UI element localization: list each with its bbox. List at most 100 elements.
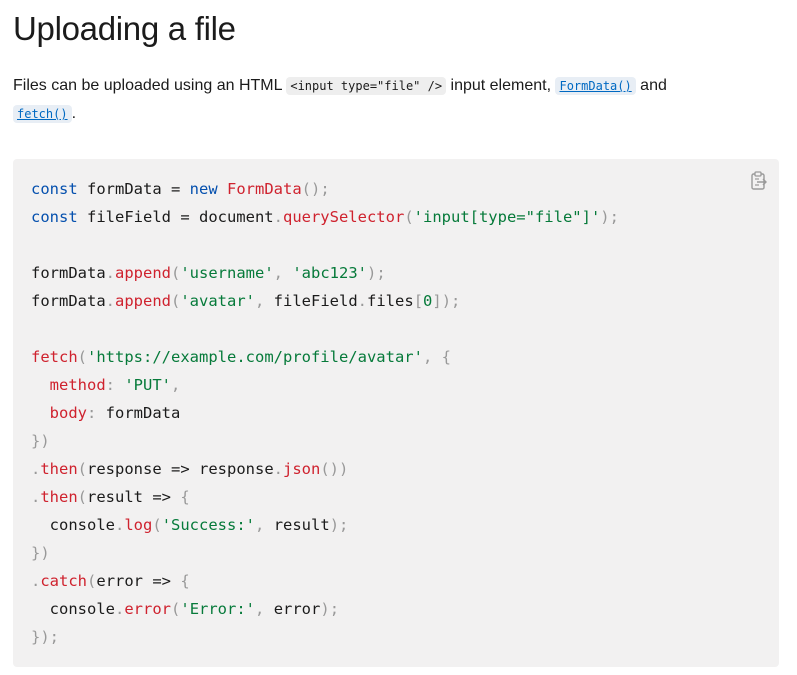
intro-text-2: input element, bbox=[446, 77, 556, 94]
code-line: formData.append('username', 'abc123'); bbox=[31, 259, 619, 287]
code-token: . bbox=[105, 292, 115, 310]
code-line: }) bbox=[31, 539, 619, 567]
code-token: ( bbox=[77, 348, 88, 366]
code-token: [ bbox=[413, 292, 424, 310]
code-token: log bbox=[124, 516, 153, 534]
code-token: console bbox=[31, 600, 115, 618]
code-token: formData = bbox=[77, 180, 190, 198]
code-line: .then(response => response.json()) bbox=[31, 455, 619, 483]
code-token: . bbox=[273, 460, 283, 478]
code-token: result bbox=[273, 516, 330, 534]
code-token: response => response bbox=[87, 460, 274, 478]
fetch-link[interactable]: fetch() bbox=[13, 105, 72, 123]
code-token: querySelector bbox=[282, 208, 405, 226]
code-token: 'Error:' bbox=[180, 600, 256, 618]
code-token: ( bbox=[152, 516, 162, 534]
code-line: const formData = new FormData(); bbox=[31, 175, 619, 203]
code-token: formData bbox=[31, 264, 106, 282]
code-token: . bbox=[357, 292, 368, 310]
code-token: json bbox=[283, 460, 321, 478]
code-token: ( bbox=[77, 460, 88, 478]
code-token: 'input[type="file"]' bbox=[413, 208, 601, 226]
inline-code-input: <input type="file" /> bbox=[286, 77, 447, 95]
code-token: fileField bbox=[273, 292, 358, 310]
code-token: . bbox=[115, 516, 125, 534]
intro-text-1: Files can be uploaded using an HTML bbox=[13, 77, 287, 94]
code-token: error bbox=[273, 600, 321, 618]
code-token: 'Success:' bbox=[161, 516, 256, 534]
code-token: ( bbox=[404, 208, 414, 226]
code-token: files bbox=[367, 292, 414, 310]
code-token: . bbox=[31, 572, 41, 590]
code-token: body bbox=[49, 404, 87, 422]
code-token: , bbox=[255, 600, 274, 618]
code-token: . bbox=[31, 488, 41, 506]
intro-paragraph: Files can be uploaded using an HTML <inp… bbox=[13, 72, 783, 128]
code-line: fetch('https://example.com/profile/avata… bbox=[31, 343, 619, 371]
code-token: console bbox=[31, 516, 115, 534]
clipboard-icon bbox=[751, 171, 767, 190]
code-token: formData bbox=[105, 404, 181, 422]
code-token: : bbox=[105, 376, 125, 394]
code-token: ); bbox=[329, 516, 349, 534]
code-token: ( bbox=[171, 264, 181, 282]
code-token: ( bbox=[171, 292, 181, 310]
code-token: (); bbox=[301, 180, 330, 198]
code-line: .then(result => { bbox=[31, 483, 619, 511]
code-token: formData bbox=[31, 292, 106, 310]
code-token: , { bbox=[422, 348, 451, 366]
intro-text-3: and bbox=[635, 77, 667, 94]
code-token: }) bbox=[31, 432, 50, 450]
code-line: formData.append('avatar', fileField.file… bbox=[31, 287, 619, 315]
code-token: , bbox=[255, 292, 274, 310]
code-token: ( bbox=[171, 600, 181, 618]
code-token: error bbox=[124, 600, 172, 618]
code-token: fetch bbox=[31, 348, 78, 366]
code-token: ( bbox=[77, 488, 88, 506]
code-token: const bbox=[31, 180, 78, 198]
code-token: , bbox=[171, 376, 181, 394]
code-line: const fileField = document.querySelector… bbox=[31, 203, 619, 231]
formdata-link[interactable]: FormData() bbox=[555, 77, 636, 95]
code-token: 'username' bbox=[180, 264, 274, 282]
code-token: 'https://example.com/profile/avatar' bbox=[87, 348, 423, 366]
code-token: method bbox=[49, 376, 106, 394]
code-token: append bbox=[115, 292, 171, 310]
code-token: ( bbox=[87, 572, 97, 590]
code-token: new bbox=[189, 180, 218, 198]
code-token: then bbox=[40, 488, 78, 506]
code-line: console.error('Error:', error); bbox=[31, 595, 619, 623]
code-token: then bbox=[40, 460, 78, 478]
code-token: , bbox=[255, 516, 274, 534]
code-token: . bbox=[115, 600, 125, 618]
code-token: 'PUT' bbox=[124, 376, 172, 394]
code-token: append bbox=[115, 264, 171, 282]
code-token: 'avatar' bbox=[180, 292, 255, 310]
code-content: const formData = new FormData(); const fi… bbox=[31, 175, 619, 651]
page-title: Uploading a file bbox=[13, 10, 236, 47]
code-token: }); bbox=[31, 628, 59, 646]
code-token: . bbox=[31, 460, 41, 478]
code-token: 'abc123' bbox=[292, 264, 367, 282]
code-token: error => bbox=[96, 572, 181, 590]
code-token: . bbox=[273, 208, 283, 226]
code-line: body: formData bbox=[31, 399, 619, 427]
code-line: console.log('Success:', result); bbox=[31, 511, 619, 539]
code-token: ()) bbox=[320, 460, 349, 478]
code-token: , bbox=[273, 264, 293, 282]
code-line: }) bbox=[31, 427, 619, 455]
code-line: method: 'PUT', bbox=[31, 371, 619, 399]
code-token: FormData bbox=[227, 180, 302, 198]
code-token: 0 bbox=[423, 292, 433, 310]
code-token: ); bbox=[367, 264, 386, 282]
code-token: }) bbox=[31, 544, 50, 562]
code-line: }); bbox=[31, 623, 619, 651]
code-token: { bbox=[180, 488, 190, 506]
copy-button[interactable] bbox=[748, 170, 770, 192]
code-token: { bbox=[180, 572, 190, 590]
code-token: catch bbox=[40, 572, 88, 590]
code-token: const bbox=[31, 208, 78, 226]
